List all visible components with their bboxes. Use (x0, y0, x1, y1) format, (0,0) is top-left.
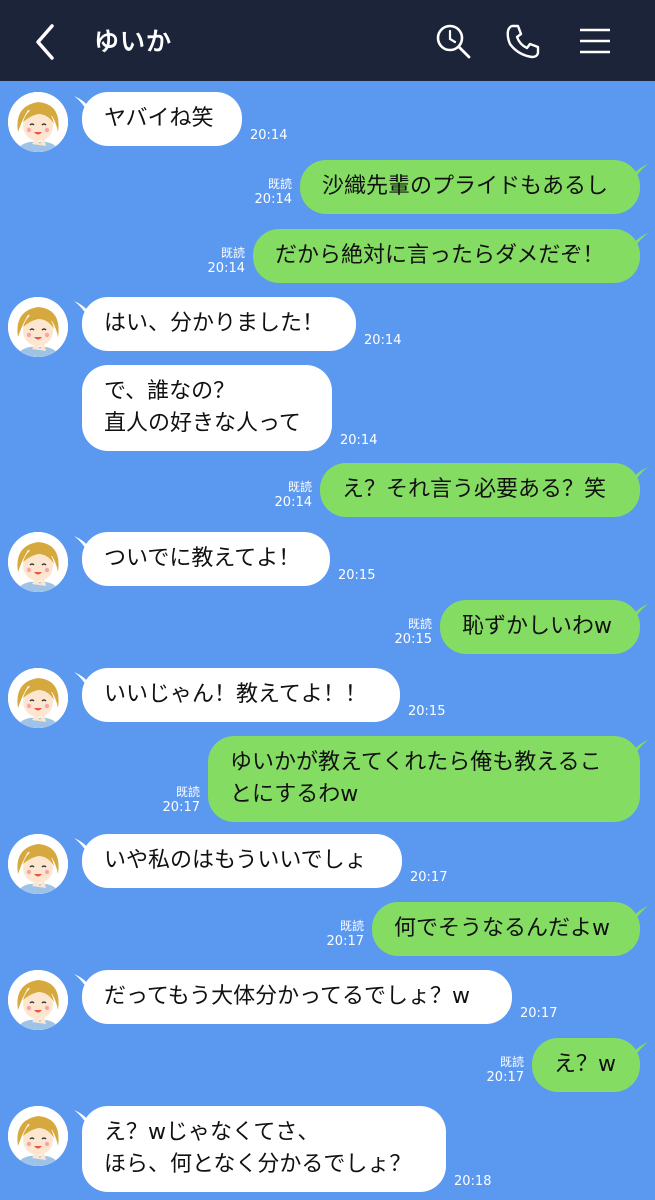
message-text: え？それ言う必要ある？笑 (342, 477, 607, 502)
message-text: ついでに教えてよ！ (104, 546, 301, 571)
outgoing-bubble[interactable]: 何でそうなるんだよw (372, 902, 640, 956)
outgoing-bubble[interactable]: え？それ言う必要ある？笑 (320, 463, 640, 517)
incoming-bubble[interactable]: いいじゃん！教えてよ！！ (82, 668, 400, 722)
message-text: いや私のはもういいでしょ (104, 848, 367, 873)
avatar-icon (8, 834, 68, 894)
message-meta: 既読 20:15 (395, 616, 432, 648)
message-row-outgoing: 既読 20:17 ゆいかが教えてくれたら俺も教えるこ とにするわw (0, 736, 655, 822)
message-time: 20:15 (338, 568, 376, 583)
avatar-icon (8, 92, 68, 152)
message-list[interactable]: 20:14 ヤバイね笑 既読 20:14 沙織先輩のプライドもあるし 既読 20:14 だから… (0, 81, 655, 1200)
message-text: え？w (554, 1052, 616, 1077)
message-row-outgoing: 既読 20:14 沙織先輩のプライドもあるし (0, 160, 655, 214)
avatar[interactable] (8, 297, 68, 357)
message-row-outgoing: 既読 20:17 え？w (0, 1038, 655, 1092)
message-meta: 既読 20:17 (327, 918, 364, 950)
message-meta: 既読 20:14 (255, 176, 292, 208)
outgoing-bubble[interactable]: 沙織先輩のプライドもあるし (300, 160, 640, 214)
incoming-bubble[interactable]: で、誰なの？ 直人の好きな人って (82, 365, 332, 451)
read-receipt: 既読 (220, 246, 245, 260)
incoming-bubble[interactable]: いや私のはもういいでしょ (82, 834, 402, 888)
message-time: 20:15 (394, 632, 432, 647)
message-time: 20:15 (408, 704, 446, 719)
message-time: 20:14 (364, 333, 402, 348)
outgoing-bubble[interactable]: 恥ずかしいわw (440, 600, 640, 654)
message-text: だから絶対に言ったらダメだぞ！ (275, 243, 605, 268)
message-time: 20:17 (410, 870, 448, 885)
avatar-icon (8, 532, 68, 592)
message-text: はい、分かりました！ (104, 311, 325, 336)
avatar[interactable] (8, 532, 68, 592)
search-icon (436, 24, 471, 59)
read-receipt: 既読 (499, 1055, 524, 1069)
avatar-icon (8, 297, 68, 357)
message-row-incoming: 20:17 だってもう大体分かってるでしょ？w (0, 970, 655, 1030)
message-text: で、誰なの？ 直人の好きな人って (104, 379, 301, 436)
menu-icon (580, 28, 610, 54)
message-text: え？wじゃなくてさ、 ほら、何となく分かるでしょ？ (104, 1120, 412, 1177)
read-receipt: 既読 (287, 480, 312, 494)
call-button[interactable] (504, 22, 542, 60)
message-row-incoming: 20:14 で、誰なの？ 直人の好きな人って (0, 365, 655, 451)
menu-button[interactable] (576, 22, 614, 60)
message-row-outgoing: 既読 20:15 恥ずかしいわw (0, 600, 655, 654)
message-row-outgoing: 既読 20:17 何でそうなるんだよw (0, 902, 655, 956)
message-meta: 既読 20:17 (487, 1054, 524, 1086)
message-meta: 既読 20:14 (275, 479, 312, 511)
message-time: 20:14 (340, 433, 378, 448)
message-text: ゆいかが教えてくれたら俺も教えるこ とにするわw (230, 750, 602, 807)
avatar[interactable] (8, 668, 68, 728)
back-button[interactable] (28, 22, 64, 62)
read-receipt: 既読 (175, 785, 200, 799)
message-time: 20:17 (326, 934, 364, 949)
message-row-outgoing: 既読 20:14 え？それ言う必要ある？笑 (0, 463, 655, 517)
avatar-icon (8, 1106, 68, 1166)
message-time: 20:14 (207, 261, 245, 276)
message-row-incoming: 20:18 え？wじゃなくてさ、 ほら、何となく分かるでしょ？ (0, 1106, 655, 1192)
incoming-bubble[interactable]: ヤバイね笑 (82, 92, 242, 146)
chat-title: ゆいか (94, 27, 173, 56)
message-time: 20:14 (250, 128, 288, 143)
message-time: 20:14 (274, 495, 312, 510)
message-time: 20:17 (162, 800, 200, 815)
incoming-bubble[interactable]: はい、分かりました！ (82, 297, 356, 351)
message-row-incoming: 20:17 いや私のはもういいでしょ (0, 834, 655, 894)
message-time: 20:17 (520, 1006, 558, 1021)
message-text: 沙織先輩のプライドもあるし (322, 174, 609, 199)
read-receipt: 既読 (407, 617, 432, 631)
message-meta: 既読 20:17 (163, 784, 200, 816)
outgoing-bubble[interactable]: だから絶対に言ったらダメだぞ！ (253, 229, 640, 283)
outgoing-bubble[interactable]: え？w (532, 1038, 640, 1092)
search-button[interactable] (434, 22, 472, 60)
avatar-icon (8, 668, 68, 728)
chat-header: ゆいか (0, 0, 655, 81)
avatar[interactable] (8, 1106, 68, 1166)
avatar-icon (8, 970, 68, 1030)
message-text: 恥ずかしいわw (462, 614, 612, 639)
message-row-incoming: 20:14 ヤバイね笑 (0, 92, 655, 152)
message-row-incoming: 20:14 はい、分かりました！ (0, 297, 655, 357)
read-receipt: 既読 (267, 177, 292, 191)
message-row-outgoing: 既読 20:14 だから絶対に言ったらダメだぞ！ (0, 229, 655, 283)
phone-icon (506, 24, 540, 59)
message-text: いいじゃん！教えてよ！！ (104, 682, 367, 707)
message-text: ヤバイね笑 (104, 106, 214, 131)
incoming-bubble[interactable]: え？wじゃなくてさ、 ほら、何となく分かるでしょ？ (82, 1106, 446, 1192)
message-meta: 既読 20:14 (208, 245, 245, 277)
message-time: 20:18 (454, 1174, 492, 1189)
incoming-bubble[interactable]: ついでに教えてよ！ (82, 532, 330, 586)
avatar[interactable] (8, 834, 68, 894)
avatar[interactable] (8, 92, 68, 152)
back-arrow-icon (36, 24, 54, 60)
message-time: 20:17 (486, 1070, 524, 1085)
message-text: 何でそうなるんだよw (394, 916, 610, 941)
incoming-bubble[interactable]: だってもう大体分かってるでしょ？w (82, 970, 512, 1024)
outgoing-bubble[interactable]: ゆいかが教えてくれたら俺も教えるこ とにするわw (208, 736, 640, 822)
message-row-incoming: 20:15 ついでに教えてよ！ (0, 532, 655, 592)
read-receipt: 既読 (339, 919, 364, 933)
message-row-incoming: 20:15 いいじゃん！教えてよ！！ (0, 668, 655, 728)
message-time: 20:14 (254, 192, 292, 207)
avatar[interactable] (8, 970, 68, 1030)
message-text: だってもう大体分かってるでしょ？w (104, 984, 471, 1009)
